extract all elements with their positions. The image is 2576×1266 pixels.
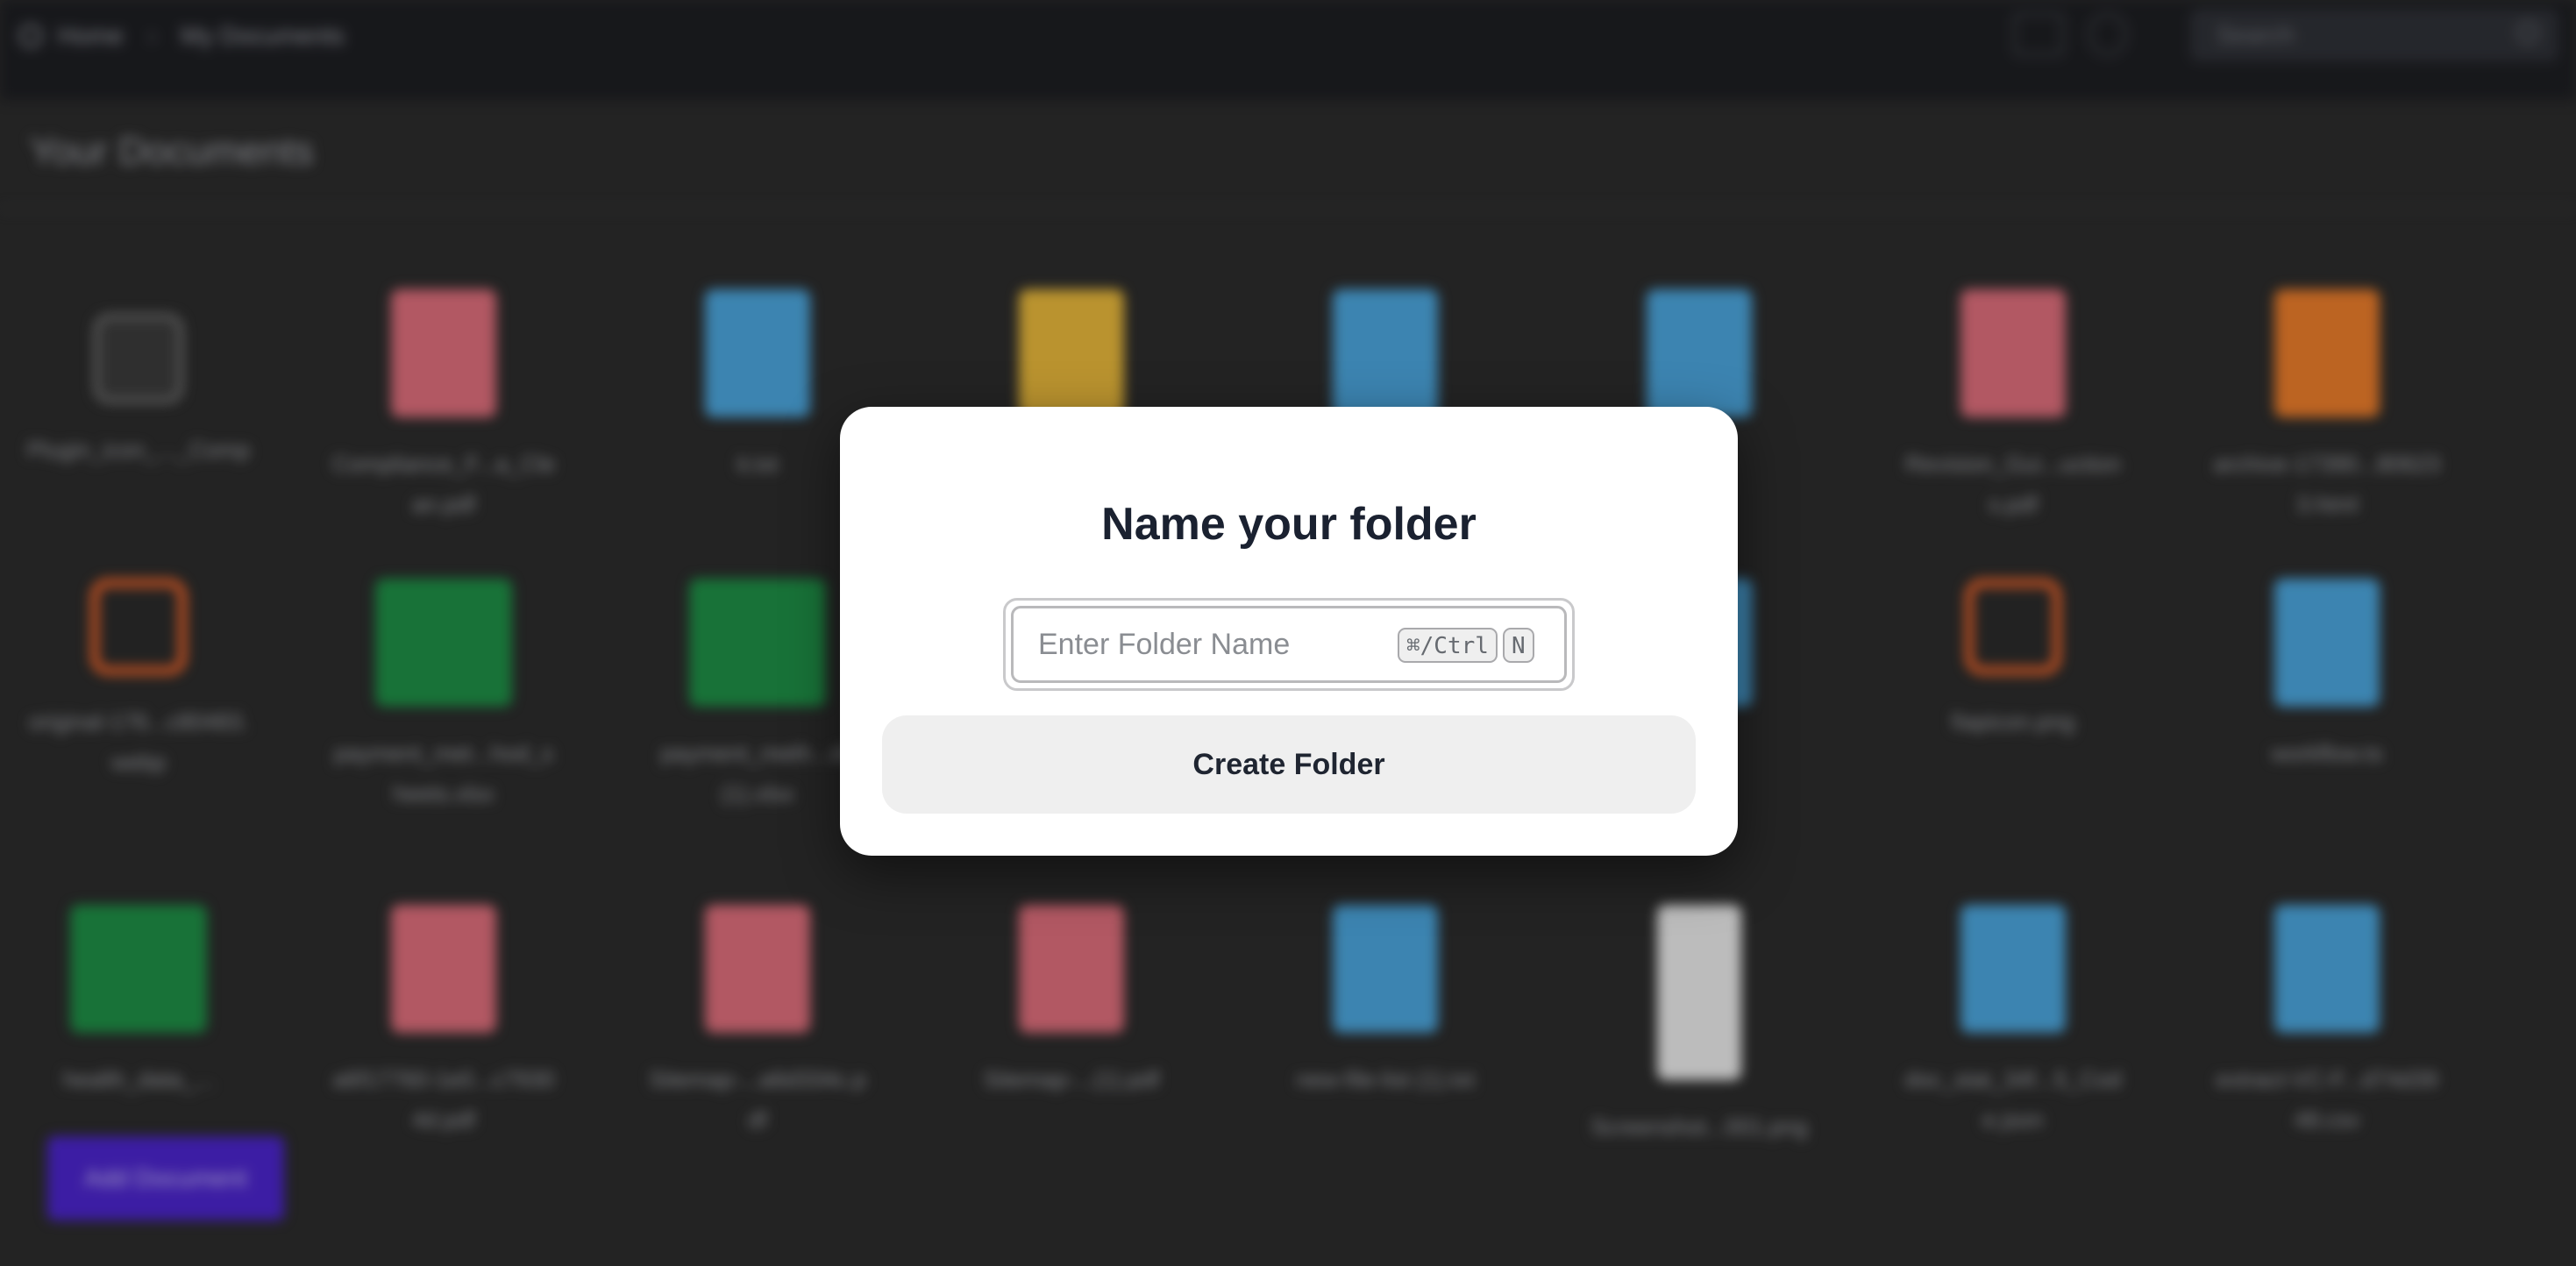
folder-name-field-inner: ⌘/Ctrl N <box>1011 606 1567 683</box>
folder-name-field: ⌘/Ctrl N <box>1003 598 1575 691</box>
shortcut-n-key: N <box>1503 628 1534 663</box>
folder-name-input[interactable] <box>1038 621 1389 668</box>
dialog-title: Name your folder <box>1101 499 1477 550</box>
create-folder-button[interactable]: Create Folder <box>882 715 1696 814</box>
shortcut-modifier-key: ⌘/Ctrl <box>1398 628 1498 663</box>
create-folder-dialog: Name your folder ⌘/Ctrl N Create Folder <box>840 407 1738 856</box>
